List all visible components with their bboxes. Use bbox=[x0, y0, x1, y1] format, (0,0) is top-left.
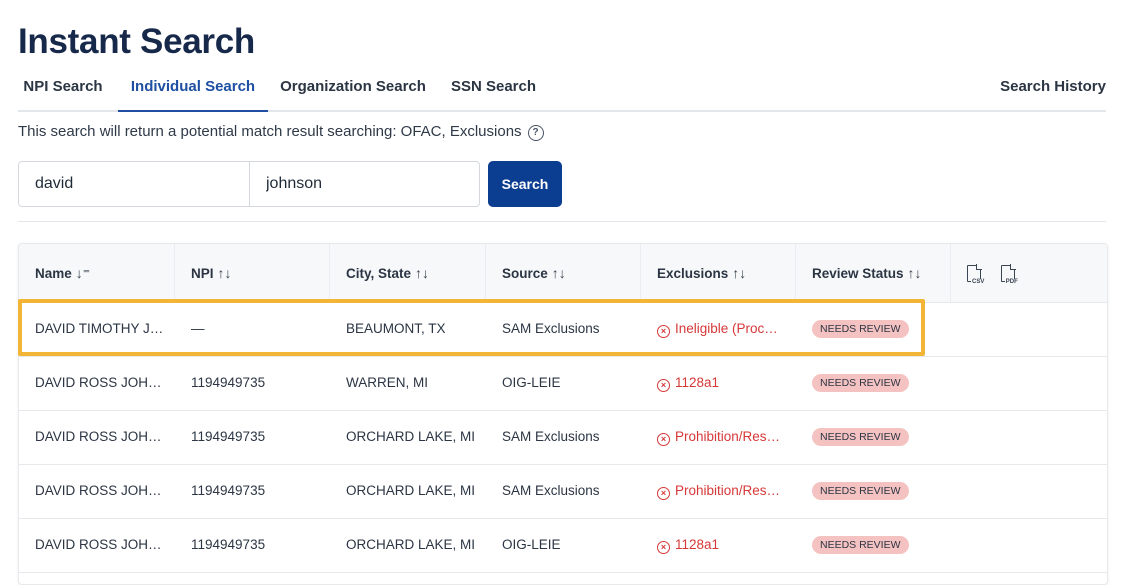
cell-review-status: NEEDS REVIEW bbox=[796, 518, 946, 571]
status-badge: NEEDS REVIEW bbox=[812, 428, 909, 447]
results-table: Name ↓⁼ NPI ↑↓ City, State ↑↓ Source ↑↓ Excl… bbox=[18, 243, 1108, 585]
column-header-source[interactable]: Source ↑↓ bbox=[486, 244, 641, 302]
cell-city-state: ORCHARD LAKE, MI bbox=[346, 537, 476, 552]
sort-icon[interactable]: ↑↓ bbox=[552, 265, 566, 281]
cell-exclusion: × Prohibition/Res… bbox=[641, 410, 791, 463]
cell-name[interactable]: DAVID ROSS JOHN… bbox=[19, 464, 169, 517]
cell-review-status: NEEDS REVIEW bbox=[796, 464, 946, 517]
sort-icon[interactable]: ↓⁼ bbox=[76, 265, 90, 281]
error-circle-icon: × bbox=[657, 433, 670, 446]
sort-icon[interactable]: ↑↓ bbox=[732, 265, 746, 281]
search-info: This search will return a potential matc… bbox=[18, 123, 544, 141]
cell-source: SAM Exclusions bbox=[502, 321, 600, 336]
cell-city-state: ORCHARD LAKE, MI bbox=[346, 483, 476, 498]
cell-npi: — bbox=[191, 321, 205, 336]
cell-exclusion: × 1128a1 bbox=[641, 356, 791, 409]
search-history-link[interactable]: Search History bbox=[976, 64, 1106, 112]
cell-npi: 1194949735 bbox=[191, 483, 266, 498]
search-button[interactable]: Search bbox=[488, 161, 562, 207]
error-circle-icon: × bbox=[657, 325, 670, 338]
cell-name[interactable]: DAVID ROSS JOHN… bbox=[19, 410, 169, 463]
cell-source: OIG-LEIE bbox=[502, 375, 561, 390]
cell-review-status: NEEDS REVIEW bbox=[796, 356, 946, 409]
export-actions: CSV PDF bbox=[951, 244, 1107, 302]
exclusion-text: Prohibition/Res… bbox=[675, 483, 781, 498]
page-title: Instant Search bbox=[18, 22, 255, 61]
last-name-input[interactable] bbox=[249, 161, 480, 207]
cell-review-status: NEEDS REVIEW bbox=[796, 302, 946, 355]
cell-name[interactable]: DAVID ROSS JOHN… bbox=[19, 356, 169, 409]
cell-review-status: NEEDS REVIEW bbox=[796, 410, 946, 463]
column-header-exclusions[interactable]: Exclusions ↑↓ bbox=[641, 244, 796, 302]
tab-organization-search[interactable]: Organization Search bbox=[276, 64, 430, 112]
csv-export-icon[interactable]: CSV bbox=[967, 263, 986, 286]
error-circle-icon: × bbox=[657, 487, 670, 500]
sort-icon[interactable]: ↑↓ bbox=[415, 265, 429, 281]
cell-npi: 1194949735 bbox=[191, 429, 266, 444]
exclusion-text: 1128a1 bbox=[675, 537, 720, 552]
exclusion-text: Ineligible (Proc… bbox=[675, 321, 778, 336]
tab-ssn-search[interactable]: SSN Search bbox=[446, 64, 541, 112]
help-icon[interactable]: ? bbox=[527, 125, 544, 141]
cell-exclusion: × Ineligible (Proc… bbox=[641, 302, 791, 355]
column-header-name[interactable]: Name ↓⁼ bbox=[19, 244, 175, 302]
sort-icon[interactable]: ↑↓ bbox=[908, 265, 922, 281]
first-name-input[interactable] bbox=[18, 161, 250, 207]
cell-source: OIG-LEIE bbox=[502, 537, 561, 552]
cell-npi: 1194949735 bbox=[191, 375, 266, 390]
table-row[interactable]: DAVID ROSS JOHN… 1194949735 WARREN, MI OIG-… bbox=[19, 356, 1107, 411]
exclusion-text: Prohibition/Res… bbox=[675, 429, 781, 444]
search-info-text: This search will return a potential matc… bbox=[18, 123, 522, 140]
table-row[interactable]: DAVID TIMOTHY J… — BEAUMONT, TX SAM Exclusi… bbox=[19, 302, 1107, 357]
status-badge: NEEDS REVIEW bbox=[812, 320, 909, 339]
pdf-export-icon[interactable]: PDF bbox=[1000, 263, 1019, 286]
exclusion-text: 1128a1 bbox=[675, 375, 720, 390]
status-badge: NEEDS REVIEW bbox=[812, 374, 909, 393]
cell-city-state: ORCHARD LAKE, MI bbox=[346, 429, 476, 444]
column-header-review-status[interactable]: Review Status ↑↓ bbox=[796, 244, 951, 302]
status-badge: NEEDS REVIEW bbox=[812, 536, 909, 555]
tab-individual-search[interactable]: Individual Search bbox=[118, 64, 268, 112]
tab-npi-search[interactable]: NPI Search bbox=[18, 64, 108, 112]
column-header-npi[interactable]: NPI ↑↓ bbox=[175, 244, 330, 302]
divider bbox=[18, 221, 1106, 222]
error-circle-icon: × bbox=[657, 541, 670, 554]
cell-exclusion: × 1128a1 bbox=[641, 518, 791, 571]
cell-city-state: WARREN, MI bbox=[346, 375, 428, 390]
column-header-city[interactable]: City, State ↑↓ bbox=[330, 244, 486, 302]
status-badge: NEEDS REVIEW bbox=[812, 482, 909, 501]
cell-name[interactable]: DAVID TIMOTHY J… bbox=[19, 302, 169, 355]
search-tabs: NPI Search Individual Search Organizatio… bbox=[18, 64, 1106, 112]
cell-npi: 1194949735 bbox=[191, 537, 266, 552]
sort-icon[interactable]: ↑↓ bbox=[218, 265, 232, 281]
table-header: Name ↓⁼ NPI ↑↓ City, State ↑↓ Source ↑↓ Excl… bbox=[19, 244, 1107, 303]
cell-source: SAM Exclusions bbox=[502, 429, 600, 444]
error-circle-icon: × bbox=[657, 379, 670, 392]
cell-exclusion: × Prohibition/Res… bbox=[641, 464, 791, 517]
cell-city-state: BEAUMONT, TX bbox=[346, 321, 446, 336]
table-row[interactable]: DAVID ROSS JOHN… 1194949735 ORCHARD LAKE, … bbox=[19, 464, 1107, 519]
cell-name[interactable]: DAVID ROSS JOHN… bbox=[19, 518, 169, 571]
table-row[interactable]: DAVID ROSS JOHN… 1194949735 ORCHARD LAKE, … bbox=[19, 410, 1107, 465]
cell-source: SAM Exclusions bbox=[502, 483, 600, 498]
table-row[interactable]: DAVID ROSS JOHN… 1194949735 ORCHARD LAKE, … bbox=[19, 518, 1107, 573]
